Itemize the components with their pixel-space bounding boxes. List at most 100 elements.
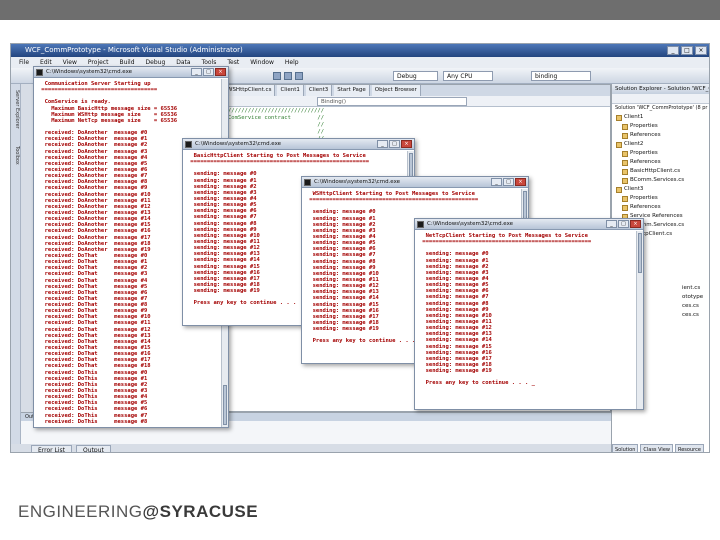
minimize-button[interactable]: _ bbox=[377, 140, 388, 148]
scrollbar-thumb[interactable] bbox=[638, 233, 642, 273]
editor-tab[interactable]: Client1 bbox=[277, 85, 304, 96]
start-debug-icon[interactable] bbox=[295, 72, 303, 80]
menu-item-test[interactable]: Test bbox=[227, 57, 239, 68]
tree-item[interactable]: References bbox=[612, 158, 709, 167]
menu-item-help[interactable]: Help bbox=[285, 57, 299, 68]
tree-item[interactable]: BasicHttpClient.cs bbox=[612, 167, 709, 176]
folder-icon bbox=[616, 114, 622, 121]
solution-explorer-title: Solution Explorer - Solution 'WCF_CommPr… bbox=[612, 84, 709, 94]
tab-resource[interactable]: Resource bbox=[674, 444, 704, 452]
tree-item-label: Client1 bbox=[624, 114, 644, 120]
tree-item-partial[interactable]: ces.cs bbox=[682, 302, 703, 311]
folder-icon bbox=[622, 177, 628, 184]
toolbar-icons bbox=[273, 72, 303, 80]
slide-top-bar bbox=[0, 0, 720, 20]
tab-class-view[interactable]: Class View bbox=[640, 444, 673, 452]
bottom-tab-strip: Error List Output bbox=[31, 445, 111, 452]
tree-item-partial[interactable]: ces.cs bbox=[682, 311, 703, 320]
editor-nav-bar: Binding() bbox=[222, 96, 610, 107]
close-button[interactable]: × bbox=[695, 46, 707, 55]
tree-item[interactable]: Properties bbox=[612, 122, 709, 131]
folder-icon bbox=[616, 141, 622, 148]
close-button[interactable]: × bbox=[515, 178, 526, 186]
editor-tab[interactable]: WSHttpClient.cs bbox=[224, 85, 276, 96]
close-button[interactable]: × bbox=[630, 220, 641, 228]
tree-item[interactable]: References bbox=[612, 131, 709, 140]
minimize-button[interactable]: _ bbox=[491, 178, 502, 186]
minimize-button[interactable]: _ bbox=[191, 68, 202, 76]
console-title-bar[interactable]: C:\Windows\system32\cmd.exe _ □ × bbox=[34, 67, 228, 78]
console-title-bar[interactable]: C:\Windows\system32\cmd.exe _ □ × bbox=[183, 139, 414, 150]
tab-error-list[interactable]: Error List bbox=[31, 445, 73, 452]
minimize-button[interactable]: _ bbox=[667, 46, 679, 55]
vs-title: WCF_CommPrototype - Microsoft Visual Stu… bbox=[25, 46, 243, 54]
tree-item[interactable]: Properties bbox=[612, 149, 709, 158]
code-line: // bbox=[228, 122, 325, 128]
scrollbar-thumb[interactable] bbox=[223, 385, 227, 425]
minimize-button[interactable]: _ bbox=[606, 220, 617, 228]
console-title-bar[interactable]: C:\Windows\system32\cmd.exe _ □ × bbox=[302, 177, 528, 188]
console-icon bbox=[185, 141, 192, 148]
member-combo[interactable]: Binding() bbox=[317, 97, 467, 106]
tree-item-label: Client2 bbox=[624, 141, 644, 147]
platform-select[interactable]: Any CPU bbox=[443, 71, 493, 81]
menu-item-file[interactable]: File bbox=[19, 57, 29, 68]
tree-item-partial[interactable]: ient.cs bbox=[682, 284, 703, 293]
solution-explorer-toolbar bbox=[612, 94, 709, 104]
redo-icon[interactable] bbox=[284, 72, 292, 80]
folder-icon bbox=[622, 204, 628, 211]
tree-item-label: Properties bbox=[630, 195, 658, 201]
tree-item-label: BasicHttpClient.cs bbox=[630, 168, 681, 174]
console-title-bar[interactable]: C:\Windows\system32\cmd.exe _ □ × bbox=[415, 219, 643, 230]
editor-tab[interactable]: Client3 bbox=[305, 85, 333, 96]
tree-item[interactable]: Properties bbox=[612, 194, 709, 203]
tree-item-label: References bbox=[630, 204, 661, 210]
toolbox-tab[interactable]: Toolbox bbox=[12, 146, 20, 165]
tree-item[interactable]: Client2 bbox=[612, 140, 709, 149]
server-explorer-tab[interactable]: Server Explorer bbox=[12, 90, 20, 129]
code-line: // bbox=[228, 129, 325, 135]
tree-item[interactable]: BComm.Services.cs bbox=[612, 176, 709, 185]
logo-left: ENGINEERING bbox=[18, 502, 143, 521]
folder-icon bbox=[622, 123, 628, 130]
console-icon bbox=[304, 179, 311, 186]
tree-item-partial[interactable]: ototype bbox=[682, 293, 703, 302]
close-button[interactable]: × bbox=[215, 68, 226, 76]
logo-right: @SYRACUSE bbox=[142, 502, 259, 521]
editor-tab[interactable]: Start Page bbox=[334, 85, 370, 96]
vs-title-bar: WCF_CommPrototype - Microsoft Visual Stu… bbox=[11, 44, 709, 57]
close-button[interactable]: × bbox=[401, 140, 412, 148]
editor-tabs: WSHttpClient.cs Client1 Client3 Start Page O… bbox=[222, 85, 610, 96]
console-window-nettcp[interactable]: C:\Windows\system32\cmd.exe _ □ × NetTcpCl… bbox=[414, 218, 644, 410]
tree-item-label: Properties bbox=[630, 123, 658, 129]
tab-solution[interactable]: Solution bbox=[612, 444, 639, 452]
console-title: C:\Windows\system32\cmd.exe bbox=[427, 221, 514, 227]
solution-node[interactable]: Solution 'WCF_CommPrototype' (8 pr bbox=[612, 104, 709, 113]
find-combo[interactable]: binding bbox=[531, 71, 591, 81]
folder-icon bbox=[622, 195, 628, 202]
tree-item-label: References bbox=[630, 132, 661, 138]
maximize-button[interactable]: □ bbox=[681, 46, 693, 55]
console-title: C:\Windows\system32\cmd.exe bbox=[195, 141, 282, 147]
solution-tree-tail: ient.cs ototype ces.cs ces.cs bbox=[682, 284, 703, 320]
console-scrollbar[interactable] bbox=[636, 231, 643, 409]
code-line: ComService contract // bbox=[228, 115, 325, 121]
maximize-button[interactable]: □ bbox=[503, 178, 514, 186]
folder-icon bbox=[622, 132, 628, 139]
tree-item-label: Client3 bbox=[624, 186, 644, 192]
configuration-select[interactable]: Debug bbox=[393, 71, 438, 81]
maximize-button[interactable]: □ bbox=[203, 68, 214, 76]
editor-tab[interactable]: Object Browser bbox=[371, 85, 421, 96]
menu-item-window[interactable]: Window bbox=[250, 57, 274, 68]
solution-explorer-tabs: Solution Class View Resource bbox=[612, 444, 709, 452]
tree-item[interactable]: References bbox=[612, 203, 709, 212]
tree-item[interactable]: Client3 bbox=[612, 185, 709, 194]
maximize-button[interactable]: □ bbox=[389, 140, 400, 148]
folder-icon bbox=[622, 159, 628, 166]
maximize-button[interactable]: □ bbox=[618, 220, 629, 228]
tree-item[interactable]: Client1 bbox=[612, 113, 709, 122]
undo-icon[interactable] bbox=[273, 72, 281, 80]
console-icon bbox=[417, 221, 424, 228]
console-title: C:\Windows\system32\cmd.exe bbox=[46, 69, 133, 75]
tab-output[interactable]: Output bbox=[76, 445, 111, 452]
